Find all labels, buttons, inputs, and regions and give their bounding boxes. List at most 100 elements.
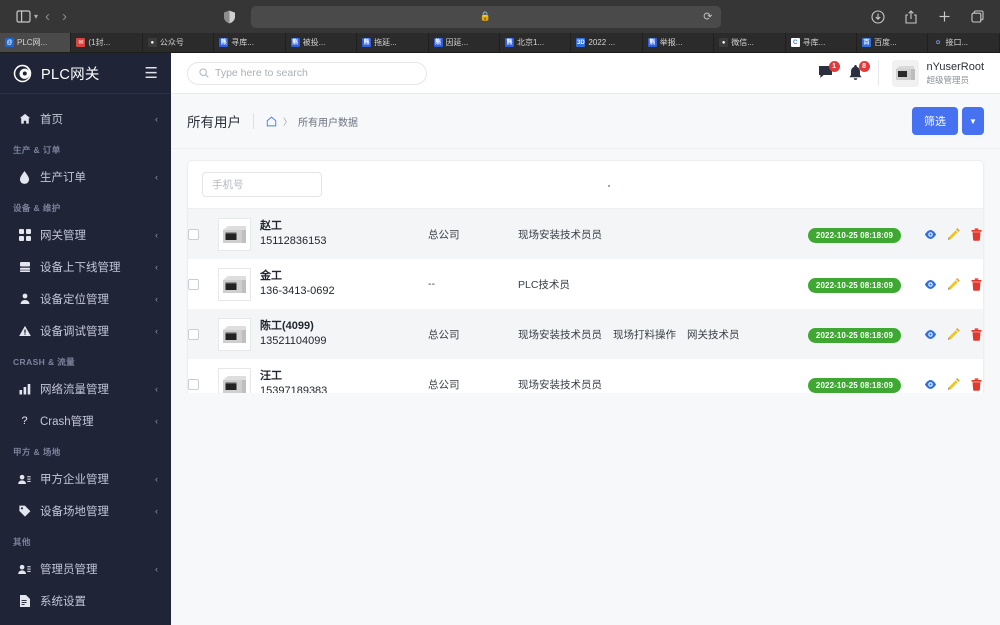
plc-logo-icon bbox=[13, 64, 32, 83]
share-icon[interactable] bbox=[900, 6, 922, 28]
edit-icon[interactable] bbox=[947, 277, 960, 291]
tab-favicon-icon: 熊 bbox=[504, 38, 514, 47]
browser-tab[interactable]: 熊 被投... bbox=[286, 33, 358, 52]
decorative-dot bbox=[608, 184, 610, 187]
tab-label: 微信... bbox=[731, 38, 754, 47]
chevron-down-icon[interactable]: ▾ bbox=[34, 12, 38, 21]
user-name: nYuserRoot bbox=[926, 60, 984, 73]
delete-icon[interactable] bbox=[970, 377, 983, 391]
sidebar-item-label: 设备定位管理 bbox=[40, 294, 109, 306]
url-input[interactable]: 🔒 ⟳ bbox=[250, 5, 721, 28]
drop-icon bbox=[18, 170, 31, 184]
browser-tab[interactable]: ✿ 接口... bbox=[928, 33, 1000, 52]
view-icon[interactable] bbox=[924, 228, 937, 241]
browser-tab[interactable]: ● 微信... bbox=[714, 33, 786, 52]
delete-icon[interactable] bbox=[970, 227, 983, 241]
browser-tab[interactable]: 百 百度... bbox=[857, 33, 929, 52]
chevron-left-icon: ‹ bbox=[155, 114, 158, 124]
tab-label: 北京1... bbox=[516, 38, 545, 47]
table-row[interactable]: 汪工 15397189383 总公司 现场安装技术员员 2022-10-25 0… bbox=[188, 359, 983, 393]
tab-favicon-icon: 熊 bbox=[290, 38, 300, 47]
location-user-icon bbox=[18, 293, 31, 306]
edit-icon[interactable] bbox=[947, 227, 960, 241]
table-row[interactable]: 金工 136-3413-0692 -- PLC技术员 2022-10-25 08… bbox=[188, 259, 983, 309]
date-cell: 2022-10-25 08:18:09 bbox=[766, 209, 901, 259]
user-menu[interactable]: nYuserRoot 超级管理员 bbox=[891, 59, 984, 87]
tab-label: 因延... bbox=[445, 38, 469, 47]
tab-favicon-icon: ● bbox=[719, 38, 729, 47]
new-tab-icon[interactable] bbox=[933, 6, 955, 28]
browser-tab[interactable]: ● 公众号 bbox=[143, 33, 215, 52]
browser-tab[interactable]: 熊 因延... bbox=[429, 33, 500, 52]
view-icon[interactable] bbox=[924, 328, 937, 341]
filter-button[interactable]: 筛选 bbox=[912, 107, 958, 135]
table-row[interactable]: 赵工 15112836153 总公司 现场安装技术员员 2022-10-25 0… bbox=[188, 209, 983, 259]
view-icon[interactable] bbox=[924, 278, 937, 291]
sidebar-toggle-icon[interactable] bbox=[12, 6, 34, 28]
tab-favicon-icon: 熊 bbox=[433, 38, 443, 47]
global-search[interactable] bbox=[187, 61, 427, 85]
page-title: 所有用户 bbox=[187, 115, 241, 130]
delete-icon[interactable] bbox=[970, 327, 983, 341]
sidebar-item-system-settings[interactable]: 系统设置 bbox=[0, 585, 171, 617]
tabs-overview-icon[interactable] bbox=[966, 6, 988, 28]
table-row[interactable]: 陈工(4099) 13521104099 总公司 现场安装技术员员 现场打料操作… bbox=[188, 309, 983, 359]
company-cell: 总公司 bbox=[428, 328, 460, 341]
sidebar-item-device-online-management[interactable]: 设备上下线管理 ‹ bbox=[0, 251, 171, 283]
row-checkbox[interactable] bbox=[188, 378, 199, 390]
edit-icon[interactable] bbox=[947, 327, 960, 341]
message-icon[interactable]: 1 bbox=[818, 60, 840, 82]
sidebar-item-gateway-management[interactable]: 网关管理 ‹ bbox=[0, 219, 171, 251]
hamburger-icon[interactable]: ☰ bbox=[145, 66, 158, 81]
bell-icon[interactable]: 8 bbox=[848, 60, 870, 82]
browser-tab[interactable]: 熊 拖延... bbox=[357, 33, 429, 52]
reload-icon[interactable]: ⟳ bbox=[703, 10, 712, 23]
tab-label: PLC网... bbox=[17, 38, 48, 47]
status-badge: 2022-10-25 08:18:09 bbox=[807, 378, 901, 393]
browser-tab[interactable]: 熊 举报... bbox=[643, 33, 715, 52]
sidebar-item-network-traffic-management[interactable]: 网络流量管理 ‹ bbox=[0, 373, 171, 405]
filter-dropdown-button[interactable]: ▼ bbox=[962, 107, 984, 135]
browser-tab[interactable]: 熊 北京1... bbox=[500, 33, 572, 52]
sidebar-nav: 首页 ‹ 生产 & 订单 生产订单 ‹ 设备 & 维护 网关管理 ‹ 设备上下线… bbox=[0, 94, 171, 617]
role-tag: PLC技术员 bbox=[518, 278, 570, 291]
home-icon[interactable] bbox=[266, 115, 277, 127]
sidebar-section-title: 其他 bbox=[13, 537, 31, 547]
download-icon[interactable] bbox=[867, 6, 889, 28]
sidebar-item-home[interactable]: 首页 ‹ bbox=[0, 103, 171, 135]
row-checkbox[interactable] bbox=[188, 228, 199, 240]
sidebar-item-device-debug-management[interactable]: 设备调试管理 ‹ bbox=[0, 315, 171, 347]
search-input[interactable] bbox=[215, 67, 415, 79]
filter-bar bbox=[188, 161, 983, 209]
browser-tab[interactable]: 3D 2022 ... bbox=[571, 33, 643, 52]
phone-filter-input[interactable] bbox=[202, 172, 322, 197]
role-tag: 现场安装技术员员 bbox=[518, 328, 602, 341]
role-tag: 现场安装技术员员 bbox=[518, 378, 602, 391]
shield-icon[interactable] bbox=[219, 6, 241, 28]
browser-tab[interactable]: C 寻库... bbox=[786, 33, 858, 52]
app-topbar: 1 8 bbox=[171, 53, 1000, 94]
browser-tab[interactable]: 熊 寻库... bbox=[214, 33, 286, 52]
row-checkbox[interactable] bbox=[188, 278, 199, 290]
view-icon[interactable] bbox=[924, 378, 937, 391]
forward-button[interactable]: › bbox=[57, 8, 72, 25]
tab-label: 寻库... bbox=[231, 38, 254, 47]
browser-tab[interactable]: ✉ (1封... bbox=[71, 33, 143, 52]
sidebar-item-crash-management[interactable]: ? Crash管理 ‹ bbox=[0, 405, 171, 437]
sidebar-item-admin-management[interactable]: 管理员管理 ‹ bbox=[0, 553, 171, 585]
row-select-cell bbox=[188, 209, 218, 259]
sidebar-item-client-enterprise-management[interactable]: 甲方企业管理 ‹ bbox=[0, 463, 171, 495]
user-name: 陈工(4099) bbox=[260, 320, 314, 333]
delete-icon[interactable] bbox=[970, 277, 983, 291]
browser-tab[interactable]: @ PLC网... bbox=[0, 33, 72, 52]
back-button[interactable]: ‹ bbox=[40, 8, 55, 25]
chevron-left-icon: ‹ bbox=[155, 172, 158, 182]
edit-icon[interactable] bbox=[947, 377, 960, 391]
document-icon bbox=[18, 595, 31, 608]
sidebar-item-production-order[interactable]: 生产订单 ‹ bbox=[0, 161, 171, 193]
device-thumbnail bbox=[218, 367, 251, 393]
sidebar-item-device-location-management[interactable]: 设备定位管理 ‹ bbox=[0, 283, 171, 315]
sidebar-item-device-site-management[interactable]: 设备场地管理 ‹ bbox=[0, 495, 171, 527]
tab-favicon-icon: ✉ bbox=[76, 38, 86, 47]
row-checkbox[interactable] bbox=[188, 328, 199, 340]
